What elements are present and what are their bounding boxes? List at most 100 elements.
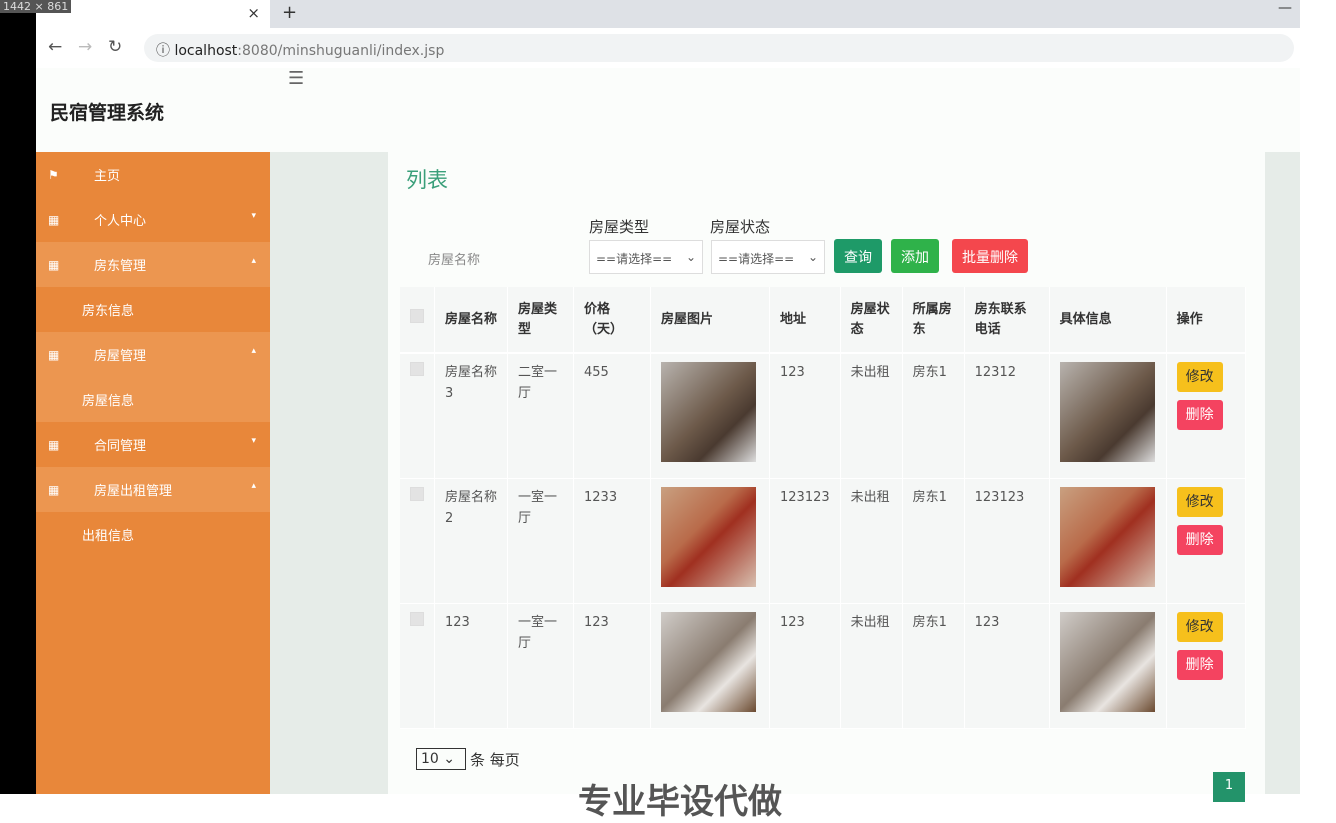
cell-phone: 12312 [964,353,1050,479]
pagination-page-1[interactable]: 1 [1213,772,1245,802]
col-price: 价格（天） [573,287,651,354]
cell-status: 未出租 [840,478,903,604]
sidebar-item-rental-info[interactable]: 出租信息 [36,512,270,557]
col-name: 房屋名称 [434,287,508,354]
delete-button[interactable]: 删除 [1176,524,1223,555]
house-status-label: 房屋状态 [710,218,771,236]
grid-icon: ▦ [48,437,60,452]
col-phone: 房东联系电话 [964,287,1050,354]
browser-tab-bar: × + — [36,0,1300,28]
dimension-overlay: 1442 × 861 [0,0,72,13]
delete-button[interactable]: 删除 [1176,400,1223,430]
cell-name: 房屋名称2 [434,478,508,604]
forward-icon[interactable]: → [78,37,92,57]
edit-button[interactable]: 修改 [1176,362,1223,392]
search-button[interactable]: 查询 [834,239,882,273]
house-type-label: 房屋类型 [589,218,650,236]
caret-icon: ▾ [251,436,256,446]
cell-address: 123 [769,353,841,479]
cell-status: 未出租 [840,603,903,729]
address-bar-row: ← → ↻ ⓘ localhost:8080/minshuguanli/inde… [36,28,1300,68]
cell-landlord: 房东1 [902,603,965,729]
grid-icon: ▦ [48,257,60,272]
sidebar-item-house-mgmt[interactable]: ▦ 房屋管理 ▴ [36,332,270,377]
sidebar-item-profile[interactable]: ▦ 个人中心 ▾ [36,197,270,242]
close-tab-icon[interactable]: × [247,4,260,22]
flag-icon: ⚑ [48,167,59,182]
content-gutter-right [1265,152,1300,794]
col-landlord: 所属房东 [902,287,965,354]
sidebar-item-contract-mgmt[interactable]: ▦ 合同管理 ▾ [36,422,270,467]
house-photo [661,486,756,587]
main-panel: 列表 房屋名称 房屋类型 ==请选择== ⌄ 房屋状态 ==请选择== ⌄ 查询… [388,152,1265,822]
caret-icon: ▴ [251,481,256,491]
edit-button[interactable]: 修改 [1176,486,1223,517]
house-type-select[interactable]: ==请选择== ⌄ [589,240,703,274]
house-photo [661,362,756,462]
detail-photo [1059,362,1155,462]
row-checkbox[interactable] [410,611,424,626]
row-checkbox[interactable] [410,362,424,376]
watermark-text: 专业毕设代做 [578,782,782,822]
screen-edge-right [1300,0,1336,794]
caret-icon: ▴ [251,256,256,266]
url-input[interactable]: ⓘ localhost:8080/minshuguanli/index.jsp [144,34,1294,62]
cell-address: 123123 [769,478,841,604]
grid-icon: ▦ [48,482,60,497]
menu-toggle-icon[interactable]: ☰ [288,68,304,89]
minimize-button[interactable]: — [1278,0,1292,16]
page-title: 列表 [406,168,448,192]
cell-type: 一室一厅 [507,603,574,729]
select-all-checkbox[interactable] [410,309,424,323]
new-tab-button[interactable]: + [282,2,297,23]
edit-button[interactable]: 修改 [1176,611,1223,642]
back-icon[interactable]: ← [48,37,62,57]
row-checkbox[interactable] [410,486,424,501]
delete-button[interactable]: 删除 [1176,649,1223,680]
col-actions: 操作 [1166,287,1247,354]
cell-landlord: 房东1 [902,353,965,479]
sidebar-item-landlord-mgmt[interactable]: ▦ 房东管理 ▴ [36,242,270,287]
chevron-down-icon: ⌄ [685,250,696,264]
app-header: ☰ 民宿管理系统 [36,68,1300,152]
grid-icon: ▦ [48,347,60,362]
page-size-select[interactable]: 10 ⌄ [416,748,466,770]
info-icon[interactable]: ⓘ [156,43,174,59]
batch-delete-button[interactable]: 批量删除 [952,239,1028,273]
sidebar-item-home[interactable]: ⚑ 主页 [36,152,270,197]
table-row: 房屋名称3 二室一厅 455 123 未出租 房东1 12312 修改 删除 [400,353,1247,479]
cell-phone: 123 [964,603,1050,729]
table-row: 房屋名称2 一室一厅 1233 123123 未出租 房东1 123123 修改… [400,478,1247,604]
house-name-input[interactable]: 房屋名称 [416,240,586,276]
add-button[interactable]: 添加 [891,239,939,273]
house-photo [661,611,756,712]
caret-icon: ▾ [251,211,256,221]
sidebar-item-house-info[interactable]: 房屋信息 [36,377,270,422]
cell-type: 一室一厅 [507,478,574,604]
detail-photo [1059,486,1155,587]
grid-icon: ▦ [48,212,60,227]
content-gutter [270,152,388,794]
cell-landlord: 房东1 [902,478,965,604]
col-detail: 具体信息 [1049,287,1167,354]
detail-photo [1059,611,1155,712]
col-status: 房屋状态 [840,287,903,354]
page-size-control: 10 ⌄ 条 每页 [416,748,520,770]
page-size-label: 条 每页 [470,750,520,769]
cell-price: 1233 [573,478,651,604]
sidebar-item-rental-mgmt[interactable]: ▦ 房屋出租管理 ▴ [36,467,270,512]
table-row: 123 一室一厅 123 123 未出租 房东1 123 修改 删除 [400,603,1247,729]
cell-status: 未出租 [840,353,903,479]
cell-price: 123 [573,603,651,729]
house-status-select[interactable]: ==请选择== ⌄ [711,240,825,274]
cell-name: 123 [434,603,508,729]
cell-name: 房屋名称3 [434,353,508,479]
sidebar-item-landlord-info[interactable]: 房东信息 [36,287,270,332]
cell-phone: 123123 [964,478,1050,604]
house-table: 房屋名称 房屋类型 价格（天） 房屋图片 地址 房屋状态 所属房东 房东联系电话… [400,287,1247,729]
sidebar: ⚑ 主页 ▦ 个人中心 ▾ ▦ 房东管理 ▴ 房东信息 ▦ 房屋管理 ▴ 房屋信息 ▦ 合同管理… [36,152,270,794]
col-type: 房屋类型 [507,287,574,354]
chevron-down-icon: ⌄ [807,250,818,264]
reload-icon[interactable]: ↻ [108,37,122,57]
cell-price: 455 [573,353,651,479]
